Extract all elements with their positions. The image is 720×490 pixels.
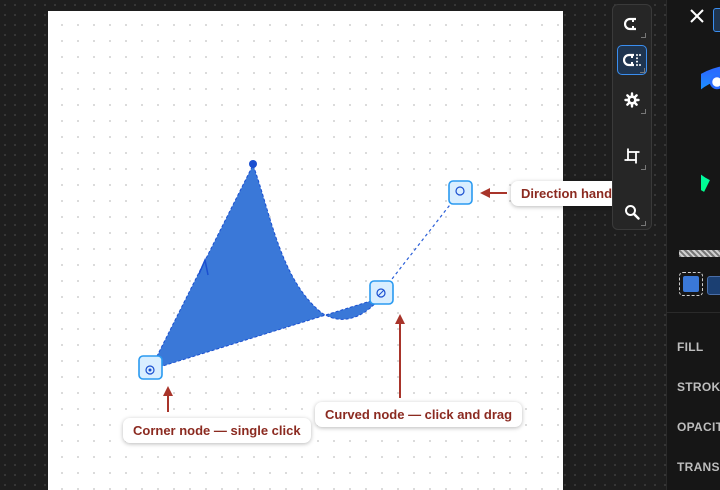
color-wheel-handle: [709, 74, 720, 90]
close-icon[interactable]: [689, 8, 705, 24]
curved-node[interactable]: [369, 280, 394, 305]
snap-magnet-button[interactable]: [617, 9, 647, 39]
opacity-slider-track[interactable]: [679, 250, 720, 257]
corner-node[interactable]: [138, 355, 163, 380]
fill-label: FILL: [677, 340, 704, 354]
opacity-label: OPACITY: [677, 420, 720, 434]
direction-handle[interactable]: [448, 180, 473, 205]
crop-frame-button[interactable]: [617, 141, 647, 171]
callout-corner-node: Corner node — single click: [123, 418, 311, 443]
color-wheel[interactable]: [701, 66, 720, 206]
floating-toolbar: [612, 4, 652, 230]
zoom-icon: [625, 205, 640, 220]
zoom-button[interactable]: [617, 197, 647, 227]
snap-magnet-icon: [624, 17, 636, 31]
properties-panel: FILL STROKE OPACITY TRANSFORM: [666, 0, 720, 490]
fill-swatch-color: [683, 276, 699, 292]
vector-shape[interactable]: [149, 163, 382, 371]
top-anchor-node[interactable]: [249, 160, 257, 168]
snap-grid-button[interactable]: [617, 45, 647, 75]
panel-mode-toggle[interactable]: [713, 8, 720, 32]
snap-grid-magnet-icon: [623, 53, 641, 67]
settings-button[interactable]: [617, 85, 647, 115]
callout-curved-node: Curved node — click and drag: [315, 402, 523, 427]
panel-divider: [667, 312, 720, 313]
crop-frame-icon: [624, 148, 640, 164]
fill-swatch[interactable]: [679, 272, 703, 296]
transform-label: TRANSFORM: [677, 460, 720, 474]
direction-handle-line: [380, 191, 461, 294]
stroke-swatch[interactable]: [707, 276, 720, 295]
stroke-label: STROKE: [677, 380, 720, 394]
gear-icon: [624, 92, 640, 108]
